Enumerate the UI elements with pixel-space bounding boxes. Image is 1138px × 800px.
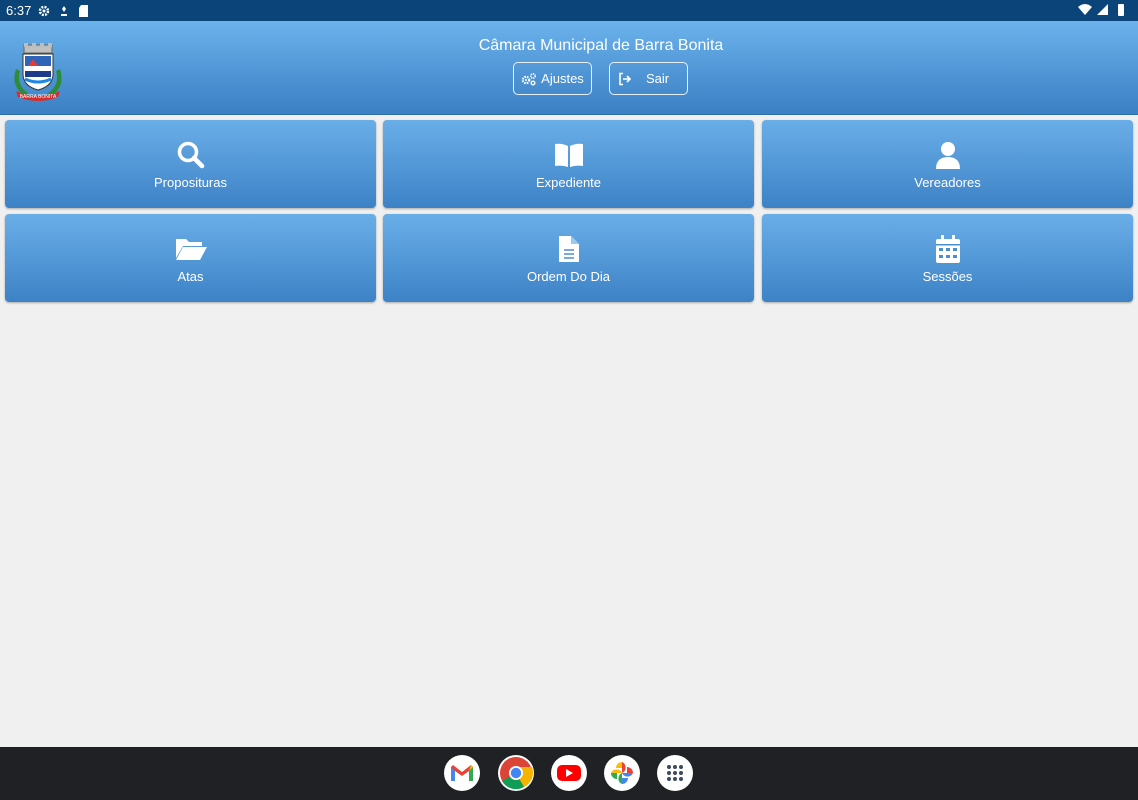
app-dock xyxy=(0,747,1138,800)
youtube-icon xyxy=(557,765,581,781)
app-drawer-button[interactable] xyxy=(657,755,693,791)
tile-vereadores[interactable]: Vereadores xyxy=(762,120,1133,208)
wifi-icon xyxy=(1078,4,1092,15)
tile-expediente[interactable]: Expediente xyxy=(383,120,754,208)
debug-icon xyxy=(61,5,68,16)
tile-atas[interactable]: Atas xyxy=(5,214,376,302)
user-icon xyxy=(935,142,960,169)
tile-label: Sessões xyxy=(922,269,973,284)
search-icon xyxy=(177,141,204,169)
gmail-icon xyxy=(451,765,473,781)
sd-card-icon xyxy=(79,4,89,17)
logout-label: Sair xyxy=(646,71,670,86)
status-time: 6:37 xyxy=(6,3,32,18)
tile-label: Proposituras xyxy=(154,175,227,190)
photos-app[interactable] xyxy=(604,755,640,791)
tile-ordem-do-dia[interactable]: Ordem Do Dia xyxy=(383,214,754,302)
gears-icon xyxy=(521,72,537,85)
gmail-app[interactable] xyxy=(444,755,480,791)
signal-icon xyxy=(1097,4,1108,15)
calendar-icon xyxy=(935,235,960,263)
folder-open-icon xyxy=(175,239,207,260)
tile-label: Vereadores xyxy=(914,175,981,190)
youtube-app[interactable] xyxy=(551,755,587,791)
sign-out-icon xyxy=(619,72,632,85)
tile-label: Atas xyxy=(177,269,204,284)
tile-sessoes[interactable]: Sessões xyxy=(762,214,1133,302)
settings-gear-icon xyxy=(39,5,50,16)
tile-proposituras[interactable]: Proposituras xyxy=(5,120,376,208)
logout-button[interactable]: Sair xyxy=(609,62,688,95)
status-bar: 6:37 xyxy=(0,0,1138,21)
document-icon xyxy=(558,236,579,262)
battery-icon xyxy=(1118,4,1124,16)
chrome-icon xyxy=(500,757,533,790)
app-drawer-icon xyxy=(667,765,683,781)
chrome-app[interactable] xyxy=(498,755,534,791)
tile-label: Ordem Do Dia xyxy=(526,269,611,284)
tile-label: Expediente xyxy=(535,175,602,190)
photos-icon xyxy=(611,762,633,784)
open-book-icon xyxy=(554,143,583,167)
app-header: BARRA BONITA Câmara Municipal de Barra B… xyxy=(0,21,1138,115)
settings-label: Ajustes xyxy=(541,71,584,86)
settings-button[interactable]: Ajustes xyxy=(513,62,592,95)
app-title: Câmara Municipal de Barra Bonita xyxy=(478,37,724,54)
svg-text:BARRA BONITA: BARRA BONITA xyxy=(20,94,57,100)
